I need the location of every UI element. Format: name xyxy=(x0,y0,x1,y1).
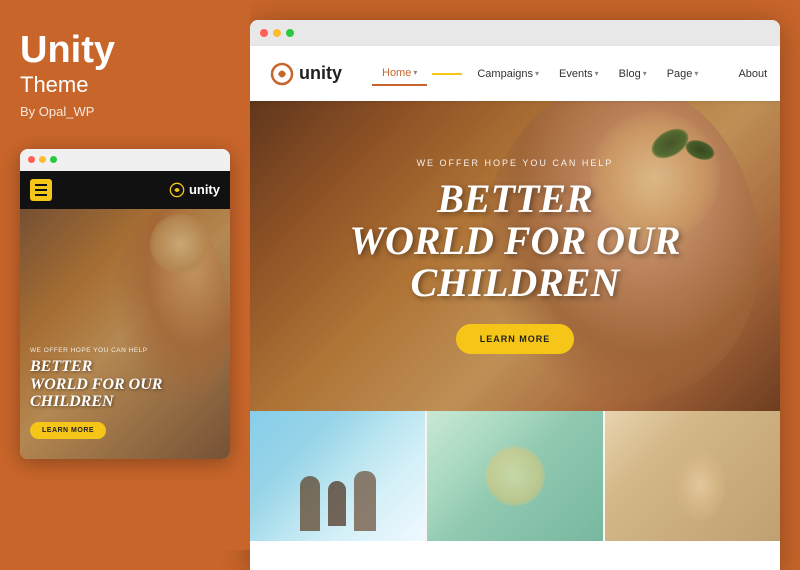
card-image-1 xyxy=(250,411,425,541)
mobile-hero-content: WE OFFER HOPE YOU CAN HELP BETTERWORLD F… xyxy=(30,347,220,439)
dot-yellow xyxy=(39,156,46,163)
chevron-down-icon: ▾ xyxy=(595,69,599,78)
hero-headline: BETTER WORLD FOR OUR CHILDREN xyxy=(250,178,780,304)
nav-link-contact[interactable]: Contact xyxy=(777,63,780,85)
mobile-hero: WE OFFER HOPE YOU CAN HELP BETTERWORLD F… xyxy=(20,209,230,459)
chevron-down-icon: ▾ xyxy=(694,69,698,78)
nav-link-page[interactable]: Page ▾ xyxy=(657,63,709,85)
theme-title: Unity xyxy=(20,30,230,72)
mobile-nav: unity xyxy=(20,171,230,209)
desktop-hero: WE OFFER HOPE YOU CAN HELP BETTER WORLD … xyxy=(250,101,780,411)
card-image-2 xyxy=(427,411,602,541)
hero-learn-more-button[interactable]: LEARN MORE xyxy=(456,324,575,354)
card-image-3 xyxy=(605,411,780,541)
mobile-preview: unity WE OFFER HOPE YOU CAN HELP BETTERW… xyxy=(20,149,230,459)
nav-separator xyxy=(432,73,462,75)
desktop-logo-text: unity xyxy=(299,63,342,84)
desktop-dot-red xyxy=(260,29,268,37)
hero-tagline: WE OFFER HOPE YOU CAN HELP xyxy=(250,158,780,168)
theme-subtitle: Theme xyxy=(20,72,230,98)
mobile-browser-bar xyxy=(20,149,230,171)
desktop-dot-yellow xyxy=(273,29,281,37)
chevron-down-icon: ▾ xyxy=(413,68,417,77)
nav-link-blog[interactable]: Blog ▾ xyxy=(609,63,657,85)
desktop-unity-logo-icon xyxy=(270,62,294,86)
nav-link-campaigns[interactable]: Campaigns ▾ xyxy=(467,63,549,85)
left-panel: Unity Theme By Opal_WP unity xyxy=(0,0,250,550)
desktop-nav: unity Home ▾ Campaigns ▾ Events ▾ Blog ▾… xyxy=(250,46,780,101)
mobile-logo-text: unity xyxy=(189,182,220,197)
hero-content: WE OFFER HOPE YOU CAN HELP BETTER WORLD … xyxy=(250,158,780,354)
dot-green xyxy=(50,156,57,163)
desktop-dot-green xyxy=(286,29,294,37)
mobile-learn-more-button[interactable]: LEARN MORE xyxy=(30,422,106,439)
desktop-bottom-cards xyxy=(250,411,780,541)
desktop-browser-bar xyxy=(250,20,780,46)
mobile-tagline: WE OFFER HOPE YOU CAN HELP xyxy=(30,347,220,354)
bottom-card-1 xyxy=(250,411,425,541)
theme-author: By Opal_WP xyxy=(20,104,230,119)
chevron-down-icon: ▾ xyxy=(535,69,539,78)
hamburger-icon[interactable] xyxy=(30,179,52,201)
nav-link-home[interactable]: Home ▾ xyxy=(372,62,427,86)
desktop-logo: unity xyxy=(270,62,342,86)
dot-red xyxy=(28,156,35,163)
right-panel: unity Home ▾ Campaigns ▾ Events ▾ Blog ▾… xyxy=(250,20,780,570)
bottom-card-2 xyxy=(427,411,602,541)
chevron-down-icon: ▾ xyxy=(643,69,647,78)
desktop-nav-links: Home ▾ Campaigns ▾ Events ▾ Blog ▾ Page … xyxy=(372,62,780,86)
mobile-logo: unity xyxy=(169,182,220,198)
bottom-card-3 xyxy=(605,411,780,541)
unity-logo-icon xyxy=(169,182,185,198)
nav-link-events[interactable]: Events ▾ xyxy=(549,63,609,85)
mobile-headline: BETTERWORLD FOR OURCHILDREN xyxy=(30,358,220,411)
nav-link-about[interactable]: About xyxy=(728,63,777,85)
theme-info: Unity Theme By Opal_WP xyxy=(20,30,230,149)
